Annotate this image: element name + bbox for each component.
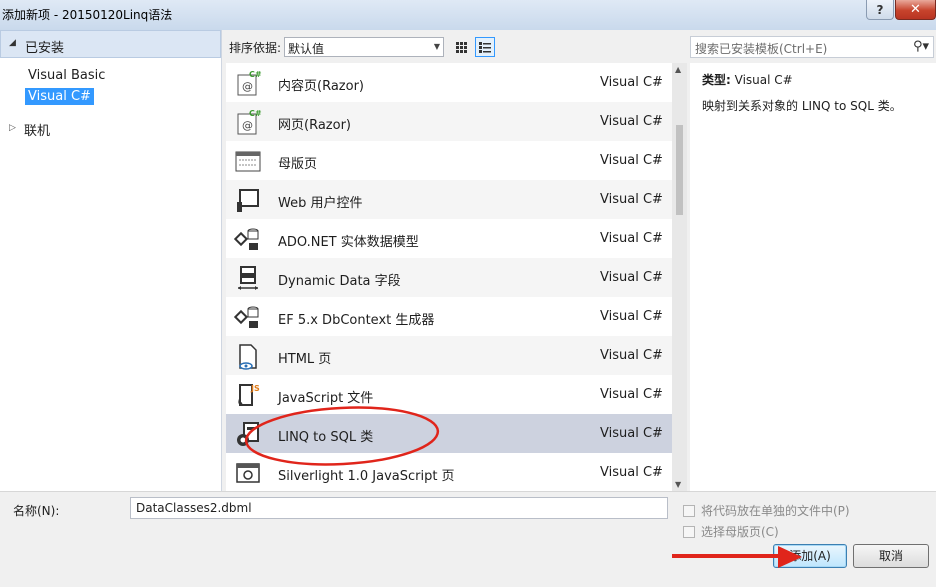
- cancel-button[interactable]: 取消: [853, 544, 929, 568]
- collapse-arrow-icon[interactable]: ▷: [9, 123, 16, 133]
- separate-file-checkbox[interactable]: 将代码放在单独的文件中(P): [683, 502, 863, 519]
- expand-arrow-icon[interactable]: ◢: [9, 38, 16, 48]
- tree-item-visual-basic[interactable]: Visual Basic: [25, 67, 108, 84]
- tree-item-visual-csharp[interactable]: Visual C#: [25, 88, 94, 105]
- search-icon[interactable]: ⚲▾: [913, 39, 929, 54]
- close-button[interactable]: ✕: [895, 0, 936, 20]
- master-page-icon: [235, 151, 261, 172]
- template-name: 母版页: [278, 157, 318, 172]
- template-language: Visual C#: [600, 309, 663, 324]
- template-row-selected[interactable]: LINQ to SQL 类 Visual C#: [226, 414, 672, 453]
- template-language: Visual C#: [600, 465, 663, 480]
- small-icons-view-button[interactable]: [451, 37, 471, 57]
- template-row[interactable]: HTML 页 Visual C#: [226, 336, 672, 375]
- file-name-input[interactable]: DataClasses2.dbml: [130, 497, 668, 519]
- javascript-file-icon: JS: [238, 384, 260, 406]
- list-view-button[interactable]: [475, 37, 495, 57]
- tree-item-label: Visual Basic: [28, 68, 106, 83]
- installed-label: 已安装: [25, 41, 65, 56]
- template-name: LINQ to SQL 类: [278, 430, 374, 445]
- html-page-icon: [239, 344, 257, 370]
- svg-text:@: @: [242, 119, 253, 132]
- template-language: Visual C#: [600, 387, 663, 402]
- tree-item-label: 联机: [24, 124, 51, 139]
- template-name: Silverlight 1.0 JavaScript 页: [278, 469, 455, 484]
- template-row[interactable]: 母版页 Visual C#: [226, 141, 672, 180]
- template-name: JavaScript 文件: [278, 391, 374, 406]
- detail-type: 类型: Visual C#: [702, 71, 793, 88]
- sort-label: 排序依据:: [229, 41, 282, 55]
- checkbox-label: 选择母版页(C): [701, 525, 779, 539]
- template-name: 网页(Razor): [278, 118, 351, 133]
- user-control-icon: [237, 189, 259, 212]
- list-view-icon: [479, 42, 491, 53]
- template-row[interactable]: ADO.NET 实体数据模型 Visual C#: [226, 219, 672, 258]
- template-row[interactable]: @ C# 网页(Razor) Visual C#: [226, 102, 672, 141]
- template-row[interactable]: @ C# 内容页(Razor) Visual C#: [226, 63, 672, 102]
- linq-to-sql-icon: [237, 422, 259, 446]
- add-new-item-dialog: 添加新项 - 20150120Linq语法 ? ✕ ◢ 已安装 Visual B…: [0, 0, 936, 587]
- silverlight-page-icon: [236, 463, 260, 483]
- svg-text:C#: C#: [249, 109, 262, 118]
- entity-model-icon: [234, 306, 259, 328]
- template-name: Dynamic Data 字段: [278, 274, 401, 289]
- category-tree: ◢ 已安装 Visual Basic Visual C# ▷ 联机: [0, 30, 222, 491]
- template-list: @ C# 内容页(Razor) Visual C# @ C# 网页(Razor)…: [226, 63, 687, 491]
- checkbox-box[interactable]: [683, 505, 695, 517]
- razor-page-icon: @ C#: [237, 109, 262, 135]
- template-name: Web 用户控件: [278, 196, 363, 211]
- help-button[interactable]: ?: [866, 0, 894, 20]
- bottom-panel: 名称(N): DataClasses2.dbml 将代码放在单独的文件中(P) …: [0, 491, 936, 587]
- add-button[interactable]: 添加(A): [773, 544, 847, 568]
- svg-text:@: @: [242, 80, 253, 93]
- template-name: HTML 页: [278, 352, 332, 367]
- detail-type-value: Visual C#: [734, 73, 793, 87]
- template-row[interactable]: JS JavaScript 文件 Visual C#: [226, 375, 672, 414]
- scroll-thumb[interactable]: [676, 125, 683, 215]
- template-details-panel: 类型: Visual C# 映射到关系对象的 LINQ to SQL 类。: [690, 63, 936, 491]
- tree-item-label: Visual C#: [28, 89, 91, 104]
- template-language: Visual C#: [600, 75, 663, 90]
- template-name: EF 5.x DbContext 生成器: [278, 313, 435, 328]
- chevron-down-icon: ▼: [433, 42, 440, 51]
- template-language: Visual C#: [600, 114, 663, 129]
- template-name: ADO.NET 实体数据模型: [278, 235, 419, 250]
- scroll-up-icon[interactable]: ▲: [675, 65, 681, 74]
- dynamic-data-icon: [238, 266, 258, 290]
- template-language: Visual C#: [600, 270, 663, 285]
- template-list-scrollbar[interactable]: ▲ ▼: [672, 63, 687, 491]
- scroll-down-icon[interactable]: ▼: [675, 480, 681, 489]
- name-label: 名称(N):: [13, 504, 60, 518]
- checkbox-label: 将代码放在单独的文件中(P): [701, 504, 850, 518]
- razor-page-icon: @ C#: [237, 70, 262, 96]
- checkbox-box[interactable]: [683, 526, 695, 538]
- template-language: Visual C#: [600, 153, 663, 168]
- grid-view-icon: [456, 42, 467, 53]
- svg-text:JS: JS: [250, 384, 260, 393]
- tree-item-online[interactable]: 联机: [21, 119, 53, 140]
- template-language: Visual C#: [600, 192, 663, 207]
- title-bar: 添加新项 - 20150120Linq语法 ? ✕: [0, 0, 936, 30]
- template-language: Visual C#: [600, 348, 663, 363]
- search-placeholder: 搜索已安装模板(Ctrl+E): [695, 42, 828, 56]
- template-name: 内容页(Razor): [278, 79, 364, 94]
- template-row[interactable]: EF 5.x DbContext 生成器 Visual C#: [226, 297, 672, 336]
- master-page-checkbox[interactable]: 选择母版页(C): [683, 523, 863, 540]
- template-search-input[interactable]: 搜索已安装模板(Ctrl+E) ⚲▾: [690, 36, 934, 58]
- template-language: Visual C#: [600, 426, 663, 441]
- template-language: Visual C#: [600, 231, 663, 246]
- template-row[interactable]: Silverlight 1.0 JavaScript 页 Visual C#: [226, 453, 672, 491]
- svg-text:C#: C#: [249, 70, 262, 79]
- installed-header[interactable]: ◢ 已安装: [0, 30, 221, 58]
- sort-dropdown[interactable]: 默认值 ▼: [284, 37, 444, 57]
- template-row[interactable]: Dynamic Data 字段 Visual C#: [226, 258, 672, 297]
- window-title: 添加新项 - 20150120Linq语法: [2, 8, 173, 22]
- detail-type-label: 类型:: [702, 73, 731, 87]
- sort-value: 默认值: [288, 42, 325, 56]
- template-row[interactable]: Web 用户控件 Visual C#: [226, 180, 672, 219]
- entity-model-icon: [234, 228, 259, 250]
- detail-description: 映射到关系对象的 LINQ to SQL 类。: [702, 99, 902, 113]
